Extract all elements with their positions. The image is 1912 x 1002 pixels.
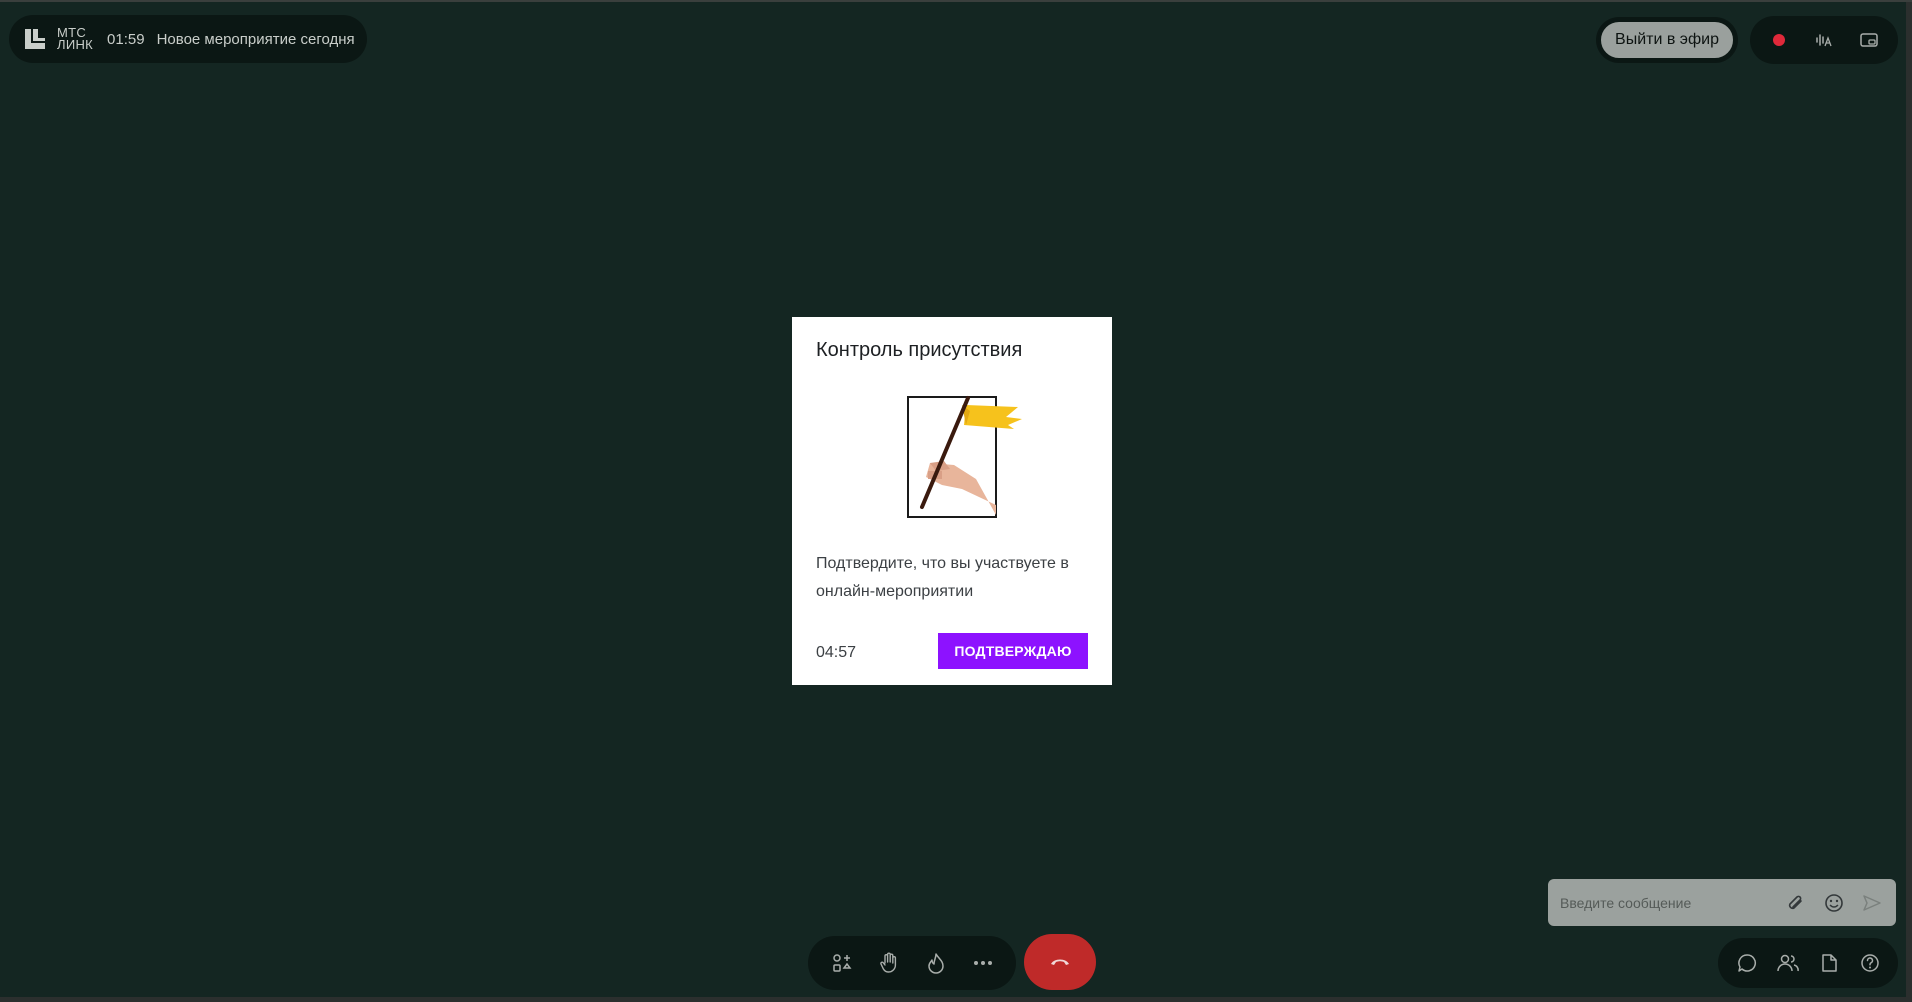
raise-hand-icon: [879, 952, 896, 973]
picture-in-picture-icon: [1860, 33, 1879, 47]
noise-reduction-button[interactable]: [1806, 22, 1842, 58]
raise-hand-button[interactable]: [871, 945, 907, 981]
emoji-icon: [1825, 893, 1843, 912]
app-logo: МТС ЛИНК: [23, 26, 107, 52]
participants-icon: [1776, 954, 1799, 972]
add-apps-button[interactable]: [824, 945, 860, 981]
send-icon: [1863, 894, 1881, 911]
materials-icon: [1821, 954, 1837, 972]
more-button[interactable]: [965, 945, 1001, 981]
meeting-toolbar: [808, 936, 1016, 990]
logo-icon: [23, 27, 47, 51]
go-live-button[interactable]: Выйти в эфир: [1598, 19, 1736, 61]
add-apps-icon: [832, 954, 851, 972]
event-header: МТС ЛИНК 01:59 Новое мероприятие сегодня: [9, 15, 367, 63]
participants-button[interactable]: [1770, 945, 1806, 981]
hang-up-icon: [1051, 959, 1069, 965]
record-button[interactable]: [1761, 22, 1797, 58]
attach-icon: [1788, 895, 1802, 909]
materials-button[interactable]: [1811, 945, 1847, 981]
dialog-message: Подтвердите, что вы участвуете в онлайн-…: [816, 555, 1069, 600]
more-icon: [973, 961, 992, 965]
send-button[interactable]: [1856, 887, 1888, 919]
help-icon: [1860, 954, 1879, 972]
hang-up-button[interactable]: [1024, 934, 1096, 990]
attendance-check-dialog: Контроль присутствия Подтвердите, что вы…: [792, 317, 1112, 685]
chat-button[interactable]: [1729, 945, 1765, 981]
help-button[interactable]: [1852, 945, 1888, 981]
side-panel-toolbar: [1718, 938, 1898, 988]
window-edge: [1906, 2, 1912, 1002]
flag-illustration: [906, 395, 1046, 525]
event-timer: 01:59: [107, 30, 145, 48]
reaction-icon: [927, 953, 944, 974]
picture-in-picture-button[interactable]: [1851, 22, 1887, 58]
event-title: Новое мероприятие сегодня: [156, 30, 355, 48]
logo-text-line2: ЛИНК: [57, 37, 94, 52]
top-right-controls: [1750, 16, 1898, 64]
dialog-title: Контроль присутствия: [816, 339, 1023, 361]
noise-reduction-icon: [1816, 34, 1832, 47]
chat-input-box: [1548, 879, 1896, 926]
attach-button[interactable]: [1780, 887, 1812, 919]
chat-icon: [1737, 954, 1756, 972]
reaction-button[interactable]: [918, 945, 954, 981]
confirm-button[interactable]: ПОДТВЕРЖДАЮ: [938, 633, 1088, 669]
emoji-button[interactable]: [1818, 887, 1850, 919]
dialog-countdown: 04:57: [816, 644, 857, 661]
message-input[interactable]: [1560, 894, 1774, 911]
window-edge: [0, 997, 1912, 1002]
record-icon: [1772, 34, 1785, 46]
